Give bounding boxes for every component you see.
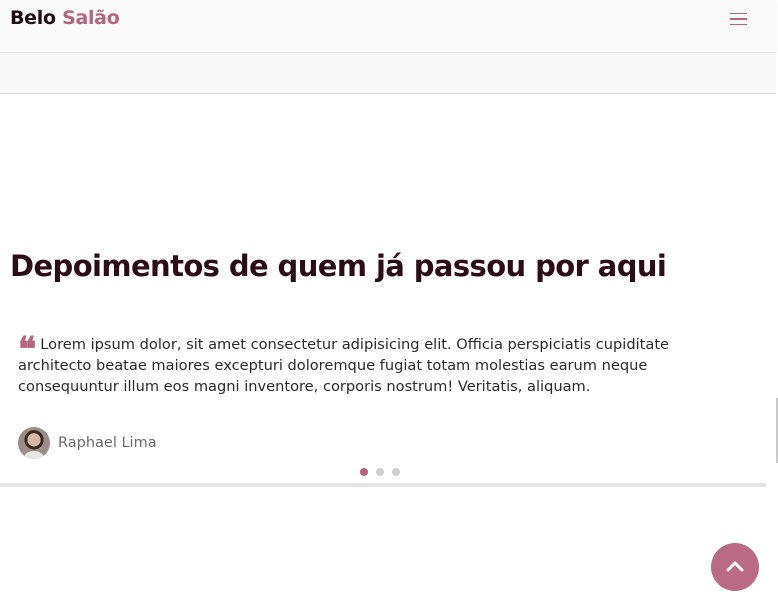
page: Belo Salão Depoimentos de quem já passou… (0, 0, 778, 605)
carousel-dot-3[interactable] (392, 468, 400, 476)
brand-name-part2: Salão (62, 7, 120, 29)
section-divider (0, 483, 766, 487)
carousel-pagination (360, 468, 400, 476)
hamburger-line (730, 23, 747, 26)
carousel-dot-1[interactable] (360, 468, 368, 476)
brand-name-part1: Belo (10, 7, 56, 29)
back-to-top-button[interactable] (711, 543, 759, 591)
hamburger-line (730, 18, 747, 20)
avatar (18, 427, 50, 459)
carousel-dot-2[interactable] (376, 468, 384, 476)
testimonial-text: Lorem ipsum dolor, sit amet consectetur … (18, 336, 670, 395)
chevron-up-icon (726, 561, 744, 572)
testimonial-card: ❝ Lorem ipsum dolor, sit amet consectetur… (18, 330, 718, 397)
hamburger-icon[interactable] (726, 10, 752, 28)
section-band (0, 53, 776, 94)
testimonials-heading: Depoimentos de quem já passou por aqui (10, 249, 667, 283)
hamburger-line (730, 12, 747, 15)
quote-icon: ❝ (18, 330, 36, 370)
navbar: Belo Salão (0, 0, 776, 53)
testimonial-author: Raphael Lima (18, 427, 157, 459)
brand-logo[interactable]: Belo Salão (10, 7, 120, 29)
author-name: Raphael Lima (58, 435, 157, 451)
